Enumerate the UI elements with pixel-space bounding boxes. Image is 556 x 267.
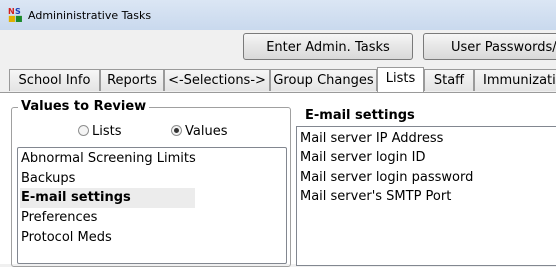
tab-reports[interactable]: Reports — [100, 69, 164, 91]
values-list[interactable]: Abnormal Screening Limits Backups E-mail… — [17, 147, 287, 264]
list-item[interactable]: Abnormal Screening Limits — [20, 149, 196, 169]
tab-lists[interactable]: Lists — [377, 67, 424, 92]
radio-values-label: Values — [185, 124, 228, 139]
tab-selections[interactable]: <-Selections-> — [164, 69, 270, 91]
tab-immunizations[interactable]: Immunizati — [474, 69, 556, 91]
tab-staff[interactable]: Staff — [424, 69, 474, 91]
enter-admin-tasks-button[interactable]: Enter Admin. Tasks — [243, 33, 413, 60]
radio-unchecked-icon[interactable] — [78, 125, 89, 136]
group-legend: Values to Review — [18, 99, 150, 115]
radio-checked-icon[interactable] — [171, 125, 182, 136]
user-passwords-button[interactable]: User Passwords/ — [423, 33, 556, 60]
tab-group-changes[interactable]: Group Changes — [270, 69, 377, 91]
detail-item[interactable]: Mail server IP Address — [300, 129, 443, 148]
radio-lists[interactable]: Lists — [78, 124, 122, 140]
detail-heading: E-mail settings — [305, 108, 415, 123]
list-item[interactable]: Backups — [20, 169, 195, 189]
title-bar: N S ■ ■ Admininistrative Tasks — [0, 0, 556, 30]
tab-school-info[interactable]: School Info — [9, 69, 100, 91]
list-item[interactable]: Preferences — [20, 208, 195, 228]
list-item[interactable]: Protocol Meds — [20, 228, 195, 248]
detail-item[interactable]: Mail server's SMTP Port — [300, 187, 451, 206]
tab-strip: School Info Reports <-Selections-> Group… — [0, 67, 556, 92]
list-item-selected[interactable]: E-mail settings — [20, 188, 195, 208]
detail-list[interactable]: Mail server IP Address Mail server login… — [296, 126, 556, 266]
detail-item[interactable]: Mail server login password — [300, 168, 473, 187]
window-title: Admininistrative Tasks — [28, 9, 152, 22]
radio-lists-label: Lists — [92, 124, 122, 139]
detail-item[interactable]: Mail server login ID — [300, 148, 425, 167]
app-logo-icon: N S ■ ■ — [8, 7, 23, 23]
toolbar: Enter Admin. Tasks User Passwords/ — [0, 30, 556, 66]
radio-values[interactable]: Values — [171, 124, 227, 140]
